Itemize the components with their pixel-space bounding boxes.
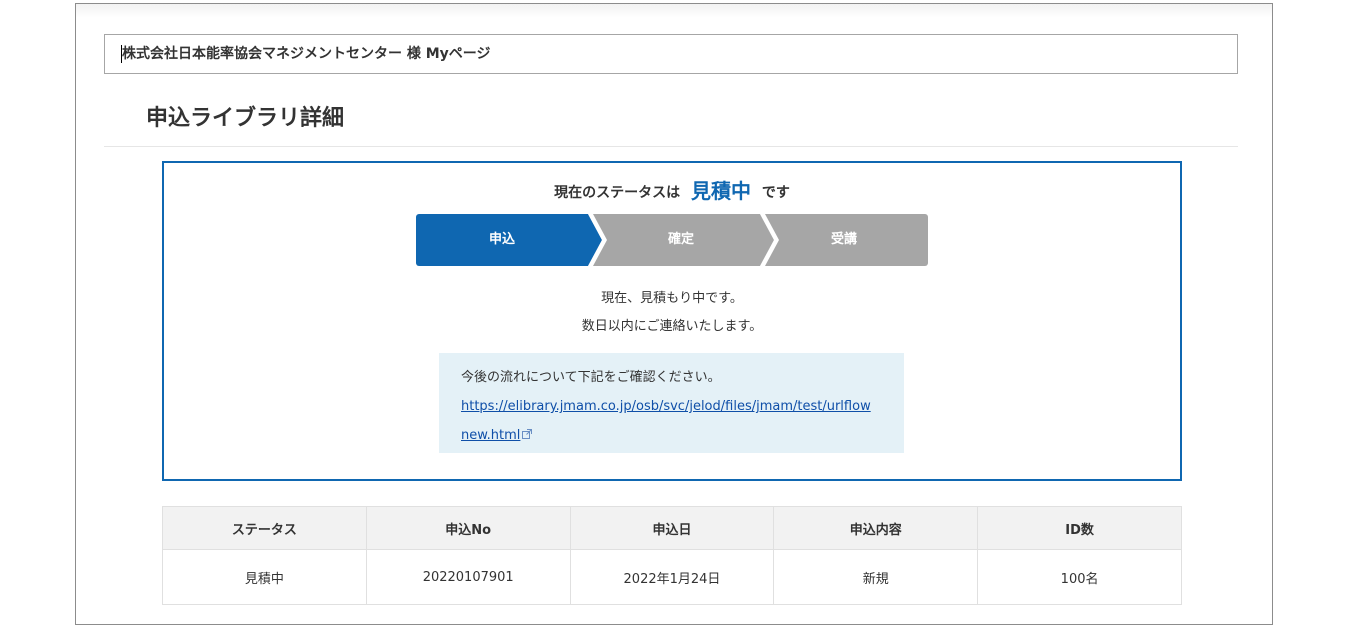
page-title: 申込ライブラリ詳細	[146, 106, 345, 131]
status-line: 現在のステータスは 見積中 です	[164, 175, 1180, 204]
progress-steps: 申込 確定 受講	[416, 214, 928, 266]
step-label: 受講	[830, 232, 857, 247]
external-link-icon	[522, 429, 533, 439]
flow-link[interactable]: https://elibrary.jmam.co.jp/osb/svc/jelo…	[461, 392, 876, 450]
info-text: 今後の流れについて下記をご確認ください。	[461, 370, 721, 385]
next-steps-info: 今後の流れについて下記をご確認ください。 https://elibrary.jm…	[439, 353, 904, 453]
status-prefix: 現在のステータスは	[554, 185, 681, 201]
title-divider	[104, 146, 1238, 147]
header-application-date: 申込日	[569, 506, 775, 550]
account-header: 株式会社日本能率協会マネジメントセンター 様 Myページ	[104, 34, 1238, 74]
browser-window: 株式会社日本能率協会マネジメントセンター 様 Myページ 申込ライブラリ詳細 現…	[75, 3, 1273, 625]
status-message-line1: 現在、見積もり中です。	[601, 291, 743, 306]
cell-application-date: 2022年1月24日	[569, 549, 775, 605]
cell-application-content: 新規	[773, 549, 979, 605]
text-cursor	[121, 45, 122, 63]
step-apply: 申込	[416, 214, 602, 266]
header-status: ステータス	[162, 506, 367, 550]
step-label: 確定	[667, 232, 694, 247]
step-label: 申込	[488, 232, 515, 247]
top-shadow	[76, 4, 1272, 18]
cell-status: 見積中	[162, 549, 367, 605]
status-panel: 現在のステータスは 見積中 です 申込 確定 受講 現在、見積もり中です。 数日…	[162, 161, 1182, 481]
status-message-line2: 数日以内にご連絡いたします。	[581, 319, 763, 334]
step-confirm: 確定	[588, 214, 774, 266]
application-summary-table: ステータス 申込No 申込日 申込内容 ID数 見積中 20220107901 …	[162, 506, 1182, 605]
table-header-row: ステータス 申込No 申込日 申込内容 ID数	[162, 506, 1182, 550]
status-value: 見積中	[691, 179, 751, 203]
status-suffix: です	[761, 185, 790, 201]
header-id-count: ID数	[977, 506, 1182, 550]
header-application-content: 申込内容	[773, 506, 979, 550]
table-row: 見積中 20220107901 2022年1月24日 新規 100名	[162, 549, 1182, 605]
cell-id-count: 100名	[977, 549, 1182, 605]
header-application-no: 申込No	[365, 506, 571, 550]
step-attend: 受講	[760, 214, 928, 266]
account-title: 株式会社日本能率協会マネジメントセンター 様 Myページ	[122, 46, 491, 62]
cell-application-no: 20220107901	[365, 549, 571, 605]
